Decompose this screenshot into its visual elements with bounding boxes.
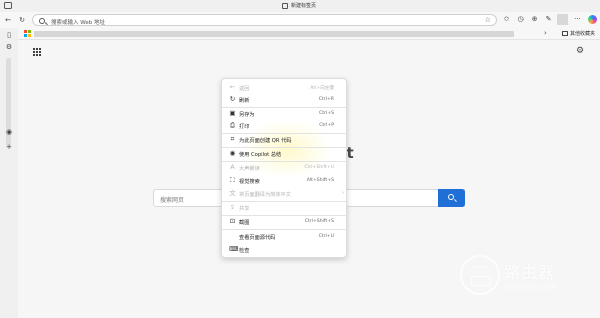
tab-actions-icon[interactable] <box>4 2 12 9</box>
back-button[interactable]: ← <box>3 15 13 25</box>
chevron-right-icon[interactable]: › <box>544 29 547 37</box>
watermark: 路由器 luyouqi.com <box>460 255 558 295</box>
share-icon: ⇪ <box>229 203 236 211</box>
read-aloud-icon: A <box>230 163 235 171</box>
tab-new-tab[interactable]: 新建标签页 <box>282 2 316 9</box>
favorites-items-blurred <box>34 31 514 37</box>
refresh-button[interactable]: ↻ <box>17 15 27 25</box>
refresh-icon: ↻ <box>19 16 25 24</box>
folder-icon <box>562 31 568 36</box>
save-as-icon: ▣ <box>229 109 236 117</box>
menu-item-save-as[interactable]: ▣ 另存为 Ctrl+S <box>222 108 348 120</box>
favorites-bar: › 其他收藏夹 <box>0 28 600 40</box>
menu-item-print[interactable]: ⎙ 打印 Ctrl+P <box>222 120 348 132</box>
app-launcher-icon[interactable] <box>33 48 41 56</box>
left-sidebar: ▯ ⚙ ◉ + <box>0 28 18 318</box>
menu-item-read-aloud[interactable]: A 大声朗读 Ctrl+Shift+U <box>222 162 348 174</box>
visual-search-icon: ⛶ <box>230 176 235 184</box>
favorites-icon[interactable]: ✩ <box>502 15 511 24</box>
menu-item-copilot-summary[interactable]: ◉ 使用 Copilot 总结 <box>222 148 348 160</box>
context-menu: ← 返回 Alt+向左键 ↻ 刷新 Ctrl+R ▣ 另存为 Ctrl+S ⎙ … <box>221 78 348 258</box>
menu-divider <box>222 229 348 230</box>
address-placeholder: 搜索或输入 Web 地址 <box>51 19 105 26</box>
menu-item-view-source[interactable]: 查看页面源代码 Ctrl+U <box>222 231 348 243</box>
screenshot-icon: ⊡ <box>229 217 236 225</box>
more-options-icon[interactable]: ··· <box>573 15 582 24</box>
chevron-right-icon: › <box>342 190 344 196</box>
back-arrow-icon: ← <box>229 83 236 91</box>
watermark-domain: luyouqi.com <box>504 283 558 291</box>
add-icon[interactable]: + <box>5 143 13 151</box>
search-icon <box>448 194 454 200</box>
other-favorites-button[interactable]: 其他收藏夹 <box>562 30 595 37</box>
history-icon[interactable]: ◷ <box>516 15 525 24</box>
new-tab-icon <box>282 2 288 9</box>
refresh-icon: ↻ <box>229 95 236 103</box>
copilot-icon: ◉ <box>229 149 236 157</box>
web-search-button[interactable] <box>438 189 465 207</box>
collections-icon[interactable]: ⊕ <box>530 15 539 24</box>
inspect-icon: ⌨ <box>229 245 239 253</box>
other-favorites-label: 其他收藏夹 <box>570 31 596 37</box>
avatar[interactable] <box>557 14 568 25</box>
tab-title: 新建标签页 <box>291 3 317 9</box>
gear-icon[interactable]: ⚙ <box>5 43 13 51</box>
menu-item-translate[interactable]: 文 将页面翻译为简体中文 › <box>222 188 348 200</box>
menu-item-back[interactable]: ← 返回 Alt+向左键 <box>222 82 348 94</box>
router-logo-icon <box>460 255 500 295</box>
extensions-icon[interactable]: ✎ <box>544 15 553 24</box>
menu-item-refresh[interactable]: ↻ 刷新 Ctrl+R <box>222 94 348 106</box>
print-icon: ⎙ <box>229 121 236 129</box>
translate-icon: 文 <box>229 189 236 197</box>
menu-item-inspect[interactable]: ⌨ 检查 <box>222 244 348 256</box>
copilot-icon[interactable] <box>588 15 597 24</box>
sidebar-pages-icon[interactable]: ▯ <box>5 31 13 39</box>
title-bar: 新建标签页 <box>0 0 600 12</box>
toolbar: ← ↻ 搜索或输入 Web 地址 ☆ ✩ ◷ ⊕ ✎ ··· <box>0 12 600 28</box>
page-settings-icon[interactable]: ⚙ <box>576 46 584 56</box>
search-icon <box>39 17 45 24</box>
menu-item-visual-search[interactable]: ⛶ 视觉搜索 Alt+Shift+S <box>222 175 348 187</box>
watermark-brand: 路由器 <box>504 263 556 282</box>
web-search-placeholder: 搜索网页 <box>160 197 185 204</box>
back-arrow-icon: ← <box>5 16 11 24</box>
qr-code-icon: ⌗ <box>230 135 235 143</box>
copilot-sidebar-icon[interactable]: ◉ <box>5 128 13 136</box>
menu-item-qr-code[interactable]: ⌗ 为此页面创建 QR 代码 <box>222 134 348 146</box>
microsoft-logo-icon[interactable] <box>24 30 31 37</box>
favorite-star-icon[interactable]: ☆ <box>485 16 491 24</box>
menu-item-share[interactable]: ⇪ 共享 <box>222 202 348 214</box>
address-bar[interactable]: 搜索或输入 Web 地址 ☆ <box>32 14 497 26</box>
menu-item-screenshot[interactable]: ⊡ 截图 Ctrl+Shift+S <box>222 216 348 228</box>
